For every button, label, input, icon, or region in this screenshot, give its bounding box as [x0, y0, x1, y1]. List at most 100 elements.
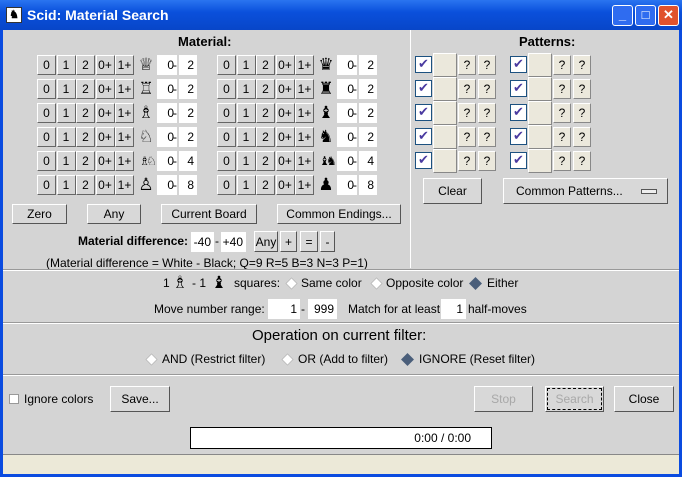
- white-queen-max-input[interactable]: 2: [179, 55, 197, 75]
- count-button-1[interactable]: 1: [56, 103, 76, 123]
- search-button[interactable]: Search: [545, 386, 604, 412]
- same-color-label[interactable]: Same color: [301, 276, 362, 290]
- pattern-square-button[interactable]: [528, 53, 552, 77]
- pattern-piece-button[interactable]: ?: [458, 103, 476, 123]
- pattern-checkbox[interactable]: ✔: [510, 56, 527, 73]
- count-button-2[interactable]: 2: [76, 79, 95, 99]
- count-button-0[interactable]: 0: [37, 151, 56, 171]
- diff-plus-button[interactable]: +: [280, 231, 297, 252]
- pattern-checkbox[interactable]: ✔: [510, 152, 527, 169]
- count-button-1+[interactable]: 1+: [115, 175, 134, 195]
- count-button-0[interactable]: 0: [217, 151, 236, 171]
- half-moves-input[interactable]: 1: [441, 299, 466, 319]
- black-bishop-max-input[interactable]: 2: [359, 103, 377, 123]
- count-button-2[interactable]: 2: [256, 55, 275, 75]
- count-button-1[interactable]: 1: [236, 175, 256, 195]
- pattern-square-button[interactable]: [528, 149, 552, 173]
- count-button-2[interactable]: 2: [76, 127, 95, 147]
- diff-equal-button[interactable]: =: [300, 231, 318, 252]
- black-pawn-max-input[interactable]: 8: [359, 175, 377, 195]
- pattern-piece-button[interactable]: ?: [458, 55, 476, 75]
- black-rook-max-input[interactable]: 2: [359, 79, 377, 99]
- pattern-square-color-button[interactable]: ?: [478, 79, 496, 99]
- common-endings-button[interactable]: Common Endings...: [277, 204, 401, 224]
- ignore-colors-checkbox[interactable]: [9, 394, 19, 404]
- white-rook-max-input[interactable]: 2: [179, 79, 197, 99]
- pattern-square-color-button[interactable]: ?: [478, 103, 496, 123]
- count-button-0[interactable]: 0: [37, 55, 56, 75]
- count-button-1+[interactable]: 1+: [295, 79, 314, 99]
- diff-minus-button[interactable]: -: [320, 231, 335, 252]
- count-button-2[interactable]: 2: [76, 175, 95, 195]
- white-pawn-max-input[interactable]: 8: [179, 175, 197, 195]
- count-button-0+[interactable]: 0+: [275, 127, 295, 147]
- count-button-0[interactable]: 0: [217, 55, 236, 75]
- pattern-square-button[interactable]: [433, 101, 457, 125]
- count-button-0[interactable]: 0: [37, 103, 56, 123]
- pattern-piece-button[interactable]: ?: [458, 127, 476, 147]
- count-button-1+[interactable]: 1+: [295, 127, 314, 147]
- pattern-checkbox[interactable]: ✔: [510, 80, 527, 97]
- pattern-piece-button[interactable]: ?: [458, 151, 476, 171]
- zero-button[interactable]: Zero: [12, 204, 67, 224]
- count-button-2[interactable]: 2: [256, 151, 275, 171]
- black-knight-max-input[interactable]: 2: [359, 127, 377, 147]
- count-button-0[interactable]: 0: [37, 79, 56, 99]
- pattern-square-button[interactable]: [528, 101, 552, 125]
- count-button-0+[interactable]: 0+: [95, 79, 115, 99]
- pattern-square-color-button[interactable]: ?: [573, 151, 591, 171]
- pattern-piece-button[interactable]: ?: [553, 103, 571, 123]
- count-button-0[interactable]: 0: [217, 127, 236, 147]
- count-button-2[interactable]: 2: [76, 151, 95, 171]
- any-button[interactable]: Any: [87, 204, 141, 224]
- close-window-button[interactable]: ✕: [658, 5, 679, 26]
- white-knight-max-input[interactable]: 2: [179, 127, 197, 147]
- stop-button[interactable]: Stop: [474, 386, 533, 412]
- count-button-1+[interactable]: 1+: [295, 175, 314, 195]
- count-button-0[interactable]: 0: [217, 175, 236, 195]
- pattern-checkbox[interactable]: ✔: [415, 128, 432, 145]
- count-button-1+[interactable]: 1+: [115, 103, 134, 123]
- count-button-2[interactable]: 2: [76, 55, 95, 75]
- pattern-square-button[interactable]: [528, 77, 552, 101]
- count-button-2[interactable]: 2: [256, 103, 275, 123]
- count-button-0+[interactable]: 0+: [275, 55, 295, 75]
- count-button-1[interactable]: 1: [236, 103, 256, 123]
- common-patterns-menu[interactable]: Common Patterns...: [503, 178, 668, 204]
- and-label[interactable]: AND (Restrict filter): [162, 352, 265, 366]
- count-button-0+[interactable]: 0+: [95, 55, 115, 75]
- count-button-1+[interactable]: 1+: [115, 151, 134, 171]
- pattern-piece-button[interactable]: ?: [553, 127, 571, 147]
- count-button-0+[interactable]: 0+: [95, 103, 115, 123]
- pattern-checkbox[interactable]: ✔: [415, 56, 432, 73]
- count-button-0+[interactable]: 0+: [95, 127, 115, 147]
- pattern-piece-button[interactable]: ?: [553, 79, 571, 99]
- count-button-1+[interactable]: 1+: [115, 79, 134, 99]
- count-button-0[interactable]: 0: [217, 79, 236, 99]
- move-min-input[interactable]: 1: [268, 299, 300, 319]
- count-button-2[interactable]: 2: [76, 103, 95, 123]
- count-button-0+[interactable]: 0+: [275, 151, 295, 171]
- count-button-1[interactable]: 1: [56, 55, 76, 75]
- pattern-square-color-button[interactable]: ?: [478, 151, 496, 171]
- count-button-1[interactable]: 1: [56, 175, 76, 195]
- pattern-checkbox[interactable]: ✔: [510, 128, 527, 145]
- count-button-2[interactable]: 2: [256, 175, 275, 195]
- pattern-square-color-button[interactable]: ?: [478, 55, 496, 75]
- pattern-square-button[interactable]: [433, 77, 457, 101]
- count-button-1+[interactable]: 1+: [295, 55, 314, 75]
- minimize-button[interactable]: _: [612, 5, 633, 26]
- pattern-piece-button[interactable]: ?: [458, 79, 476, 99]
- material-diff-max-input[interactable]: +40: [221, 232, 246, 252]
- maximize-button[interactable]: □: [635, 5, 656, 26]
- count-button-0[interactable]: 0: [217, 103, 236, 123]
- current-board-button[interactable]: Current Board: [161, 204, 257, 224]
- diff-any-button[interactable]: Any: [254, 231, 278, 252]
- count-button-1[interactable]: 1: [236, 55, 256, 75]
- pattern-square-button[interactable]: [433, 53, 457, 77]
- count-button-1+[interactable]: 1+: [115, 127, 134, 147]
- pattern-square-button[interactable]: [528, 125, 552, 149]
- pattern-checkbox[interactable]: ✔: [415, 152, 432, 169]
- count-button-1[interactable]: 1: [236, 151, 256, 171]
- title-bar[interactable]: ♞ Scid: Material Search _ □ ✕: [0, 0, 682, 30]
